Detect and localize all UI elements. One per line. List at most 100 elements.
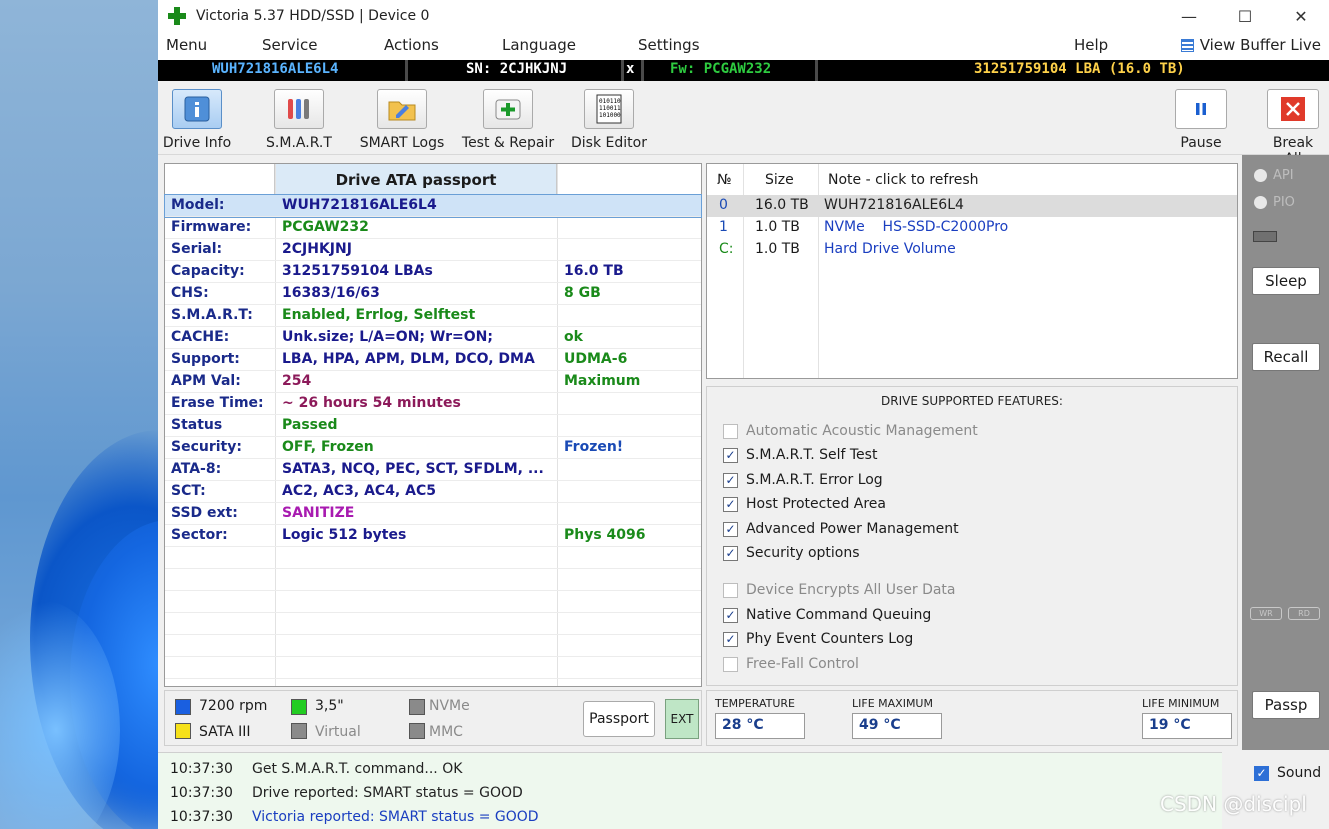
feature-checkbox[interactable]: ✓ Advanced Power Management [723, 519, 959, 539]
minimize-icon[interactable]: — [1161, 0, 1217, 32]
view-buffer-live[interactable]: View Buffer Live [1180, 36, 1321, 54]
feature-label: Phy Event Counters Log [746, 631, 914, 647]
passport-row[interactable]: APM Val: 254 Maximum [165, 371, 701, 393]
drive-number: C: [719, 241, 734, 257]
sata-label: SATA III [199, 724, 251, 740]
empty-checkbox-icon [723, 423, 738, 439]
smart-logs-button[interactable]: SMART Logs [356, 85, 448, 153]
smart-button[interactable]: S.M.A.R.T [258, 85, 340, 153]
feature-checkbox[interactable]: Free-Fall Control [723, 654, 859, 674]
passport-field-value: Passed [282, 417, 338, 433]
passport-empty-row [165, 635, 701, 657]
passport-row[interactable]: Sector: Logic 512 bytes Phys 4096 [165, 525, 701, 547]
passport-button[interactable]: Passport [583, 701, 655, 737]
svg-text:010110: 010110 [599, 98, 621, 105]
passport-row[interactable]: Model: WUH721816ALE6L4 [164, 194, 702, 218]
disk-editor-button[interactable]: 010110 110011 101000 Disk Editor [568, 85, 650, 153]
menu-help[interactable]: Help [1074, 36, 1108, 54]
passport-row[interactable]: CACHE: Unk.size; L/A=ON; Wr=ON; ok [165, 327, 701, 349]
ext-button[interactable]: EXT [665, 699, 699, 739]
feature-checkbox[interactable]: Device Encrypts All User Data [723, 580, 956, 600]
folder-pencil-icon [377, 89, 427, 129]
passport-row[interactable]: Firmware: PCGAW232 [165, 217, 701, 239]
passport-header: Drive ATA passport [165, 164, 701, 195]
drive-info-button[interactable]: Drive Info [162, 85, 232, 153]
passport-row[interactable]: S.M.A.R.T: Enabled, Errlog, Selftest [165, 305, 701, 327]
menu-settings[interactable]: Settings [638, 36, 700, 54]
menu-service[interactable]: Service [262, 36, 317, 54]
drive-row[interactable]: C: 1.0 TB Hard Drive Volume [707, 239, 1237, 261]
svg-text:101000: 101000 [599, 112, 621, 119]
passport-row[interactable]: Status Passed [165, 415, 701, 437]
drive-row[interactable]: 1 1.0 TB NVMe HS-SSD-C2000Pro [707, 217, 1237, 239]
feature-checkbox[interactable]: ✓ Security options [723, 543, 860, 563]
feature-checkbox[interactable]: ✓ S.M.A.R.T. Self Test [723, 445, 877, 465]
app-cross-icon [168, 7, 186, 25]
feature-checkbox[interactable]: ✓ Phy Event Counters Log [723, 629, 913, 649]
passport-empty-row [165, 569, 701, 591]
passport-row[interactable]: Serial: 2CJHKJNJ [165, 239, 701, 261]
desktop-wallpaper [0, 0, 158, 829]
passport-field-label: Serial: [171, 241, 223, 257]
infobar-divider [815, 60, 818, 81]
passport-row[interactable]: Erase Time: ~ 26 hours 54 minutes [165, 393, 701, 415]
passport-row[interactable]: Support: LBA, HPA, APM, DLM, DCO, DMA UDMA… [165, 349, 701, 371]
break-all-button[interactable]: Break All [1262, 85, 1324, 167]
drive-info-label: Drive Info [162, 135, 232, 151]
passport-field-value: PCGAW232 [282, 219, 369, 235]
passport-field-value: 2CJHKJNJ [282, 241, 352, 257]
toolbar: Drive Info S.M.A.R.T SMART Logs Test & R… [158, 81, 1329, 167]
passport-row[interactable]: SSD ext: SANITIZE [165, 503, 701, 525]
feature-label: Advanced Power Management [746, 521, 959, 537]
log-panel: 10:37:30 Get S.M.A.R.T. command... OK 10:3… [158, 752, 1222, 829]
features-title: DRIVE SUPPORTED FEATURES: [881, 394, 1063, 408]
col-number: № [717, 172, 732, 188]
passport-row[interactable]: SCT: AC2, AC3, AC4, AC5 [165, 481, 701, 503]
feature-checkbox[interactable]: Automatic Acoustic Management [723, 421, 978, 441]
menu-menu[interactable]: Menu [166, 36, 207, 54]
infobar-close[interactable]: x [626, 61, 634, 77]
passport-field-label: SCT: [171, 483, 206, 499]
pause-button[interactable]: Pause [1170, 85, 1232, 153]
api-radio[interactable]: API [1254, 168, 1294, 183]
col-note[interactable]: Note - click to refresh [828, 172, 979, 188]
temperature-label: TEMPERATURE [715, 697, 795, 710]
maximize-icon[interactable]: ☐ [1217, 0, 1273, 32]
infobar-capacity: 31251759104 LBA (16.0 TB) [974, 61, 1185, 77]
info-icon [172, 89, 222, 129]
passp-button[interactable]: Passp [1252, 691, 1320, 719]
passport-row[interactable]: Capacity: 31251759104 LBAs 16.0 TB [165, 261, 701, 283]
drive-list-header: № Size Note - click to refresh [707, 170, 1237, 192]
feature-checkbox[interactable]: ✓ Host Protected Area [723, 494, 886, 514]
passport-row[interactable]: Security: OFF, Frozen Frozen! [165, 437, 701, 459]
supported-features-panel: DRIVE SUPPORTED FEATURES: Automatic Acou… [706, 386, 1238, 686]
form-factor-label: 3,5" [315, 698, 344, 714]
sleep-button[interactable]: Sleep [1252, 267, 1320, 295]
sound-checkbox[interactable]: ✓ Sound [1254, 765, 1321, 781]
temperature-value: 28 °C [715, 713, 805, 739]
feature-checkbox[interactable]: ✓ S.M.A.R.T. Error Log [723, 470, 883, 490]
menu-language[interactable]: Language [502, 36, 576, 54]
pio-radio[interactable]: PIO [1254, 195, 1295, 210]
feature-checkbox[interactable]: ✓ Native Command Queuing [723, 605, 931, 625]
pause-label: Pause [1180, 135, 1222, 151]
passport-field-value: SATA3, NCQ, PEC, SCT, SFDLM, ... [282, 461, 544, 477]
passport-row[interactable]: ATA-8: SATA3, NCQ, PEC, SCT, SFDLM, ... [165, 459, 701, 481]
test-repair-button[interactable]: Test & Repair [458, 85, 558, 153]
drive-list: № Size Note - click to refresh 0 16.0 TB W… [706, 163, 1238, 379]
feature-label: Native Command Queuing [746, 607, 932, 623]
activity-led [1253, 231, 1277, 242]
list-icon [1180, 38, 1194, 52]
drive-row[interactable]: 0 16.0 TB WUH721816ALE6L4 [707, 195, 1237, 217]
passport-field-label: Firmware: [171, 219, 252, 235]
recall-button[interactable]: Recall [1252, 343, 1320, 371]
close-icon[interactable]: ✕ [1273, 0, 1329, 32]
passport-field-label: APM Val: [171, 373, 241, 389]
feature-label: Device Encrypts All User Data [746, 582, 956, 598]
test-tubes-icon [274, 89, 324, 129]
col-size[interactable]: Size [765, 172, 794, 188]
log-line: 10:37:30 Get S.M.A.R.T. command... OK [170, 761, 462, 777]
menu-actions[interactable]: Actions [384, 36, 439, 54]
test-repair-label: Test & Repair [461, 135, 555, 151]
passport-row[interactable]: CHS: 16383/16/63 8 GB [165, 283, 701, 305]
